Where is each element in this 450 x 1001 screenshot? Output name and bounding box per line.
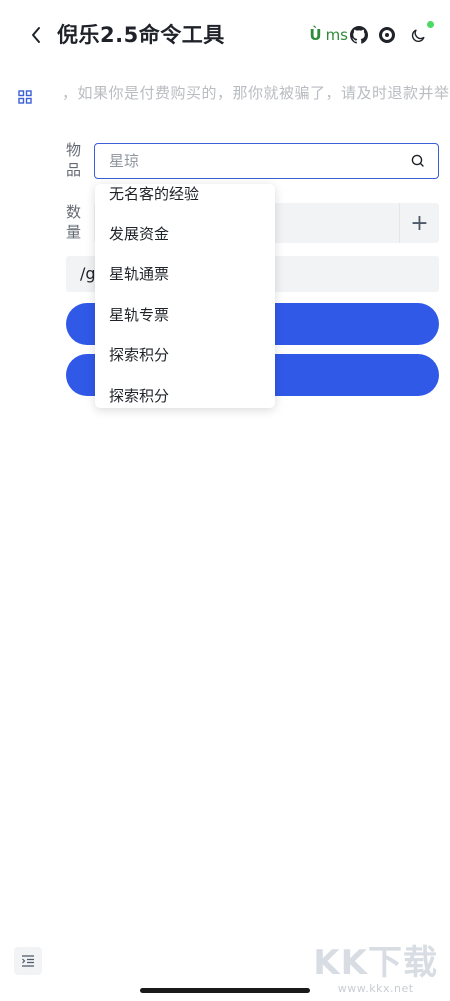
- app-page: 倪乐2.5命令工具 Ù ms ，如果你是付费购买的，那你就被骗了，请及时退款并举…: [0, 0, 450, 1001]
- chevron-left-icon: [32, 27, 40, 43]
- status-dot: [427, 21, 434, 28]
- grid-icon[interactable]: [18, 89, 34, 105]
- command-text: /g: [80, 264, 96, 283]
- dropdown-option[interactable]: 星轨专票: [109, 304, 169, 325]
- notice-text: ，如果你是付费购买的，那你就被骗了，请及时退款并举报: [62, 84, 450, 102]
- increment-button[interactable]: +: [399, 203, 439, 243]
- dropdown-option[interactable]: 探索积分: [109, 344, 169, 365]
- notice-row: ，如果你是付费购买的，那你就被骗了，请及时退款并举报: [0, 70, 450, 110]
- github-icon[interactable]: [350, 26, 368, 44]
- item-suggestion-dropdown: 无名客的经验 发展资金 星轨通票 星轨专票 探索积分 探索积分: [95, 184, 275, 408]
- ms-badge-mark: Ù: [309, 26, 322, 44]
- dropdown-option[interactable]: 探索积分: [109, 385, 169, 406]
- page-title: 倪乐2.5命令工具: [57, 23, 225, 47]
- search-icon[interactable]: [410, 153, 426, 169]
- menu-indent-icon: [22, 955, 34, 967]
- header: 倪乐2.5命令工具 Ù ms: [0, 0, 450, 70]
- header-actions: Ù ms: [309, 21, 434, 48]
- back-button[interactable]: [24, 22, 48, 48]
- moon-icon: [411, 29, 425, 42]
- quantity-label: 数量: [66, 203, 82, 241]
- dropdown-option[interactable]: 无名客的经验: [109, 184, 199, 204]
- theme-toggle[interactable]: [410, 21, 434, 44]
- home-indicator[interactable]: [140, 988, 310, 993]
- watermark-url: www.kkx.net: [337, 982, 414, 995]
- watermark-logo: KK下载 www.kkx.net: [313, 944, 438, 995]
- dropdown-option[interactable]: 发展资金: [109, 223, 169, 244]
- dropdown-option[interactable]: 星轨通票: [109, 263, 169, 284]
- side-menu-button[interactable]: [14, 947, 42, 975]
- item-search-input[interactable]: [109, 144, 409, 177]
- ms-badge-label: ms: [325, 26, 348, 44]
- watermark-text: KK下载: [313, 943, 438, 983]
- item-label: 物品: [66, 141, 82, 179]
- ms-badge[interactable]: Ù ms: [309, 26, 348, 44]
- ring-logo-icon[interactable]: [378, 26, 396, 44]
- item-search-box[interactable]: [94, 143, 439, 179]
